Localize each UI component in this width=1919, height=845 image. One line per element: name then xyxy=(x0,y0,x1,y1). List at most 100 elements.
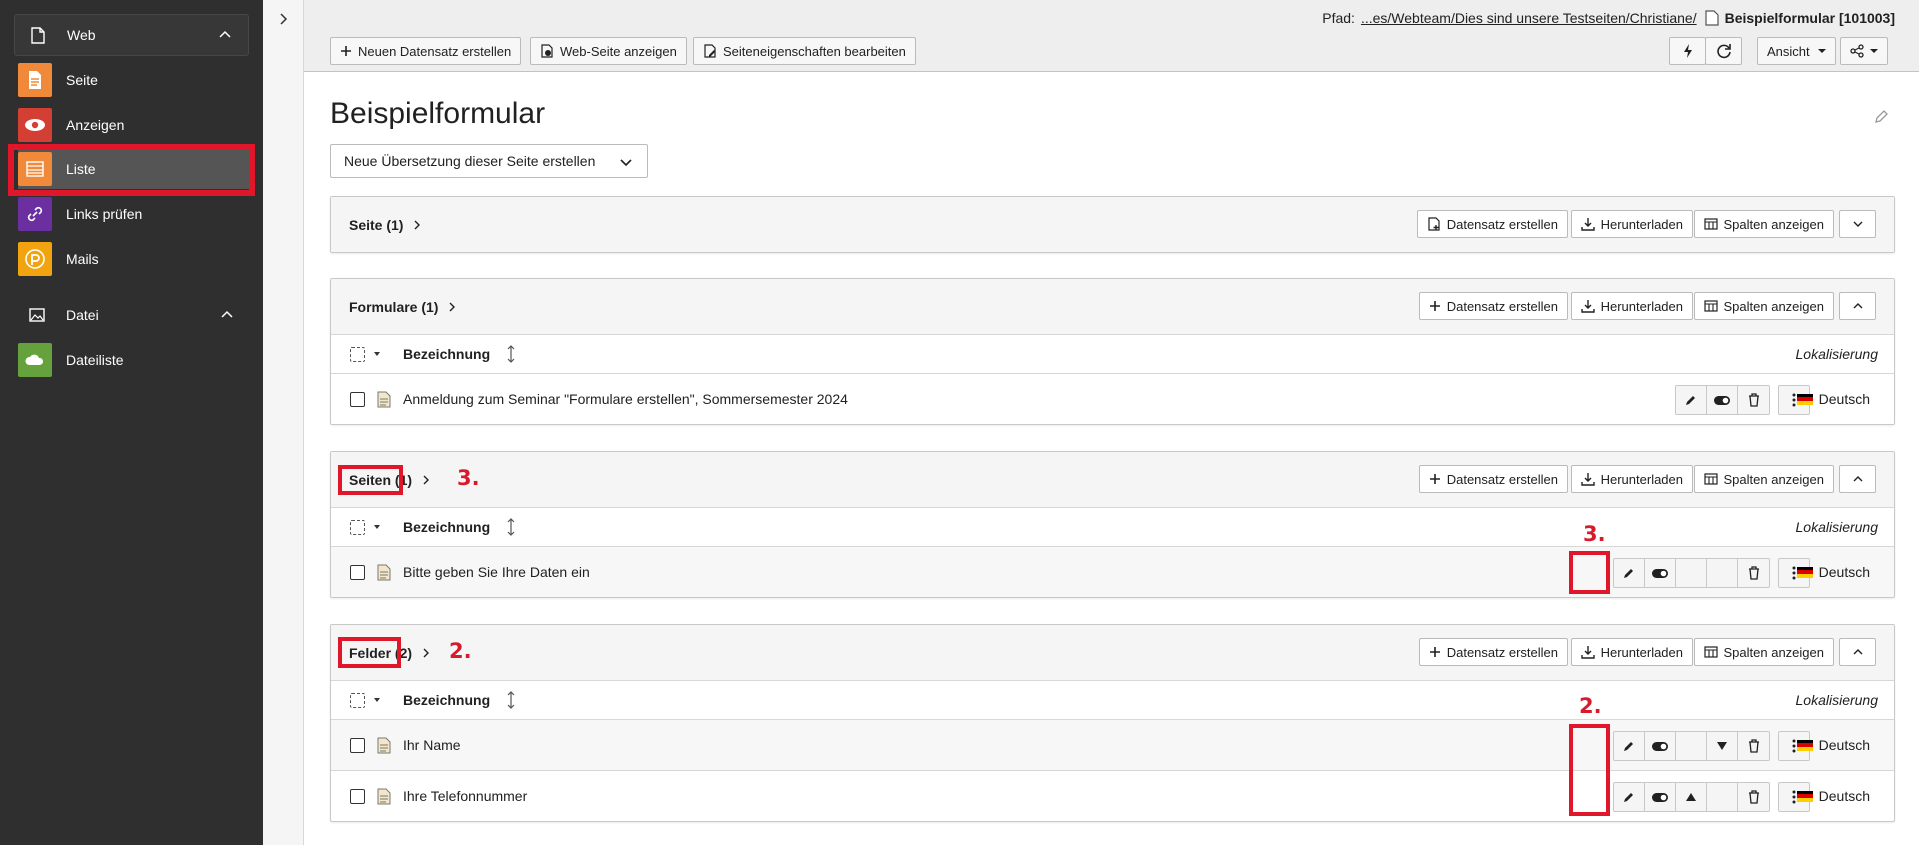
share-dropdown[interactable] xyxy=(1840,37,1888,65)
create-record-button[interactable]: Datensatz erstellen xyxy=(1418,638,1568,666)
path-label: Pfad: xyxy=(1322,10,1355,26)
download-button[interactable]: Herunterladen xyxy=(1570,465,1693,493)
download-button[interactable]: Herunterladen xyxy=(1570,292,1693,320)
edit-button[interactable] xyxy=(1614,783,1645,811)
row-checkbox[interactable] xyxy=(350,789,365,804)
table-row: Ihre Telefonnummer Deutsch xyxy=(331,770,1894,821)
download-icon xyxy=(1580,218,1595,231)
ellipsis-vertical-icon xyxy=(1792,739,1796,753)
trash-icon xyxy=(1748,790,1759,804)
clear-cache-button[interactable] xyxy=(1669,37,1706,65)
german-flag-icon xyxy=(1796,566,1813,578)
highlight-box-felder-edit xyxy=(1569,724,1610,816)
show-columns-button[interactable]: Spalten anzeigen xyxy=(1693,292,1834,320)
columns-icon xyxy=(1703,646,1718,658)
highlight-box-liste xyxy=(8,144,255,196)
chevron-right-icon xyxy=(414,220,421,229)
column-header-name[interactable]: Bezeichnung xyxy=(403,519,490,535)
language-badge: Deutsch xyxy=(1796,737,1870,753)
new-translation-select[interactable]: Neue Übersetzung dieser Seite erstellen xyxy=(330,144,648,178)
select-all-checkbox[interactable] xyxy=(350,347,365,362)
columns-icon xyxy=(1703,473,1718,485)
chevron-up-icon xyxy=(219,30,231,38)
reload-button[interactable] xyxy=(1705,37,1742,65)
view-page-button[interactable]: Web-Seite anzeigen xyxy=(530,37,687,65)
module-item-links-pruefen[interactable]: Links prüfen xyxy=(18,194,250,234)
edit-button[interactable] xyxy=(1614,732,1645,760)
pencil-icon xyxy=(1624,742,1633,751)
chevron-up-icon xyxy=(1853,476,1862,482)
move-up-button[interactable] xyxy=(1676,783,1707,811)
trash-icon xyxy=(1748,393,1759,407)
move-down-button[interactable] xyxy=(1707,732,1738,760)
download-icon xyxy=(1580,646,1595,659)
column-header-name[interactable]: Bezeichnung xyxy=(403,346,490,362)
chevron-down-icon xyxy=(1853,221,1862,227)
table-row: Ihr Name Deutsch xyxy=(331,719,1894,770)
show-columns-button[interactable]: Spalten anzeigen xyxy=(1693,210,1834,238)
module-item-seite[interactable]: Seite xyxy=(18,60,250,100)
column-header-name[interactable]: Bezeichnung xyxy=(403,692,490,708)
select-all-checkbox[interactable] xyxy=(350,693,365,708)
row-checkbox[interactable] xyxy=(350,392,365,407)
row-checkbox[interactable] xyxy=(350,565,365,580)
pencil-icon[interactable] xyxy=(1873,109,1889,125)
module-item-anzeigen[interactable]: Anzeigen xyxy=(18,105,250,145)
create-record-button[interactable]: Datensatz erstellen xyxy=(1418,292,1568,320)
toggle-visibility-button[interactable] xyxy=(1707,386,1738,414)
eye-icon xyxy=(18,108,52,142)
collapse-toggle[interactable] xyxy=(1839,638,1876,666)
create-record-button[interactable]: Datensatz erstellen xyxy=(1418,465,1568,493)
module-group-web[interactable]: Web xyxy=(14,14,249,56)
caret-down-icon[interactable] xyxy=(374,352,380,356)
edit-page-properties-button[interactable]: Seiteneigenschaften bearbeiten xyxy=(693,37,916,65)
sort-icon[interactable] xyxy=(507,518,515,536)
edit-button[interactable] xyxy=(1614,559,1645,587)
collapse-toggle[interactable] xyxy=(1839,292,1876,320)
panel-title-link[interactable]: Seite (1) xyxy=(349,217,422,233)
toggle-visibility-button[interactable] xyxy=(1645,783,1676,811)
chevron-right-icon[interactable] xyxy=(276,12,290,26)
record-title[interactable]: Bitte geben Sie Ihre Daten ein xyxy=(403,564,590,580)
edit-button[interactable] xyxy=(1676,386,1707,414)
sort-icon[interactable] xyxy=(507,345,515,363)
german-flag-icon xyxy=(1796,790,1813,802)
select-all-checkbox[interactable] xyxy=(350,520,365,535)
page-icon xyxy=(1704,10,1719,26)
delete-button[interactable] xyxy=(1738,732,1769,760)
sort-icon[interactable] xyxy=(507,691,515,709)
new-record-button[interactable]: Neuen Datensatz erstellen xyxy=(330,37,522,65)
toggle-visibility-button[interactable] xyxy=(1645,559,1676,587)
caret-down-icon[interactable] xyxy=(374,525,380,529)
path-link[interactable]: ...es/Webteam/Dies sind unsere Testseite… xyxy=(1361,10,1697,26)
expand-toggle[interactable] xyxy=(1839,210,1876,238)
record-title[interactable]: Anmeldung zum Seminar "Formulare erstell… xyxy=(403,391,848,407)
plus-icon xyxy=(1429,474,1440,484)
page-module-icon xyxy=(18,63,52,97)
language-badge: Deutsch xyxy=(1796,564,1870,580)
breadcrumb: Pfad: ...es/Webteam/Dies sind unsere Tes… xyxy=(1322,10,1895,26)
module-group-datei[interactable]: Datei xyxy=(28,300,233,330)
module-item-dateiliste[interactable]: Dateiliste xyxy=(18,340,250,380)
row-checkbox[interactable] xyxy=(350,738,365,753)
view-dropdown[interactable]: Ansicht xyxy=(1757,37,1836,65)
delete-button[interactable] xyxy=(1738,386,1769,414)
delete-button[interactable] xyxy=(1738,783,1769,811)
download-button[interactable]: Herunterladen xyxy=(1570,210,1693,238)
toggle-visibility-button[interactable] xyxy=(1645,732,1676,760)
caret-down-icon[interactable] xyxy=(374,698,380,702)
delete-button[interactable] xyxy=(1738,559,1769,587)
form-record-icon xyxy=(377,391,391,408)
filelist-icon xyxy=(18,343,52,377)
record-title[interactable]: Ihre Telefonnummer xyxy=(403,788,527,804)
create-record-button[interactable]: Datensatz erstellen xyxy=(1416,210,1568,238)
module-item-mails[interactable]: Mails xyxy=(18,239,250,279)
chevron-right-icon xyxy=(423,648,430,657)
download-button[interactable]: Herunterladen xyxy=(1570,638,1693,666)
panel-title-link[interactable]: Formulare (1) xyxy=(349,299,457,315)
plus-icon xyxy=(341,46,351,56)
record-title[interactable]: Ihr Name xyxy=(403,737,461,753)
show-columns-button[interactable]: Spalten anzeigen xyxy=(1693,465,1834,493)
show-columns-button[interactable]: Spalten anzeigen xyxy=(1693,638,1834,666)
collapse-toggle[interactable] xyxy=(1839,465,1876,493)
